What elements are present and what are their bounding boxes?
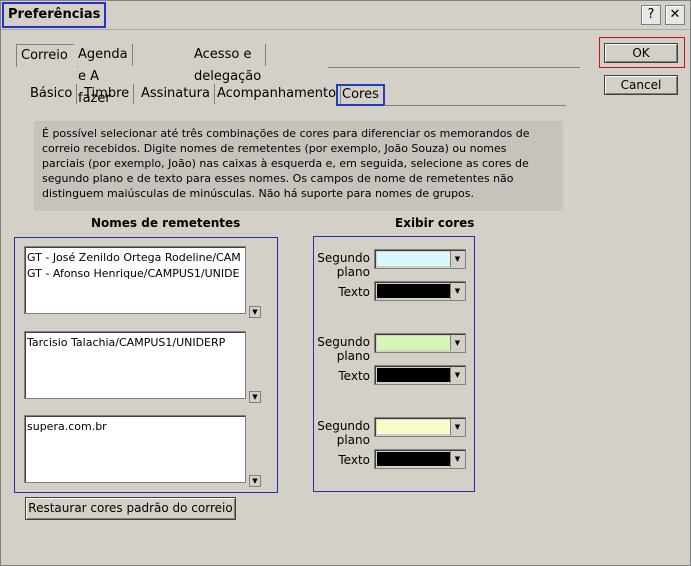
color-swatch (377, 368, 451, 382)
background-label: Segundo plano (316, 251, 370, 279)
subtab-divider (384, 105, 566, 106)
color-swatch (377, 420, 451, 434)
background-label-line1: Segundo (317, 419, 370, 433)
text-label: Texto (338, 453, 370, 467)
sender-list-1[interactable]: GT - José Zenildo Ortega Rodeline/CAM GT… (24, 246, 246, 314)
description-line: segundo plano e de texto para esses nome… (42, 172, 514, 185)
color-swatch (377, 452, 451, 466)
description-line: correio recebidos. Digite nomes de remet… (42, 142, 507, 155)
help-button[interactable]: ? (641, 5, 661, 25)
description-line: parciais (por exemplo, João) nas caixas … (42, 157, 529, 170)
restore-defaults-button[interactable]: Restaurar cores padrão do correio (25, 497, 236, 520)
tab-assinatura[interactable]: Assinatura (137, 84, 215, 104)
colors-header: Exibir cores (395, 216, 475, 230)
sender-entry: supera.com.br (27, 420, 107, 433)
background-label-line1: Segundo (317, 335, 370, 349)
text-color-select[interactable]: ▼ (374, 449, 466, 469)
tab-basico[interactable]: Básico (26, 84, 78, 104)
chevron-down-icon: ▼ (450, 283, 464, 299)
tab-acesso[interactable]: Acesso e delegação (190, 44, 267, 84)
background-color-select[interactable]: ▼ (374, 417, 466, 437)
tab-agenda[interactable]: Agenda e A fazer (74, 44, 133, 106)
background-label-line2: plano (336, 265, 370, 279)
dialog-title: Preferências (2, 2, 107, 28)
chevron-down-icon: ▼ (450, 335, 464, 351)
cancel-button[interactable]: Cancel (604, 75, 678, 95)
text-label: Texto (338, 369, 370, 383)
chevron-down-icon: ▼ (450, 251, 464, 267)
background-label-line2: plano (336, 349, 370, 363)
tab-acompanhamento[interactable]: Acompanhamento (213, 84, 342, 104)
sender-list-2[interactable]: Tarcisio Talachia/CAMPUS1/UNIDERP (24, 331, 246, 399)
sender-entry: Tarcisio Talachia/CAMPUS1/UNIDERP (27, 336, 226, 349)
description-text: É possível selecionar até três combinaçõ… (34, 121, 563, 211)
dropdown-arrow-icon[interactable]: ▼ (249, 391, 261, 403)
background-label: Segundo plano (316, 335, 370, 363)
chevron-down-icon: ▼ (450, 419, 464, 435)
description-line: É possível selecionar até três combinaçõ… (42, 127, 530, 140)
dropdown-arrow-icon[interactable]: ▼ (249, 475, 261, 487)
color-swatch (377, 336, 451, 350)
background-label-line2: plano (336, 433, 370, 447)
description-line: distinguem maiúsculas de minúsculas. Não… (42, 187, 475, 200)
background-color-select[interactable]: ▼ (374, 249, 466, 269)
tab-correio[interactable]: Correio (16, 44, 78, 67)
sender-entry: GT - José Zenildo Ortega Rodeline/CAM (27, 251, 241, 264)
text-label: Texto (338, 285, 370, 299)
background-color-select[interactable]: ▼ (374, 333, 466, 353)
sender-entry: GT - Afonso Henrique/CAMPUS1/UNIDE (27, 267, 240, 280)
dropdown-arrow-icon[interactable]: ▼ (249, 306, 261, 318)
senders-header: Nomes de remetentes (91, 216, 241, 230)
tab-timbre[interactable]: Timbre (80, 84, 135, 104)
chevron-down-icon: ▼ (450, 367, 464, 383)
tab-cores[interactable]: Cores (336, 84, 385, 106)
background-label-line1: Segundo (317, 251, 370, 265)
text-color-select[interactable]: ▼ (374, 281, 466, 301)
close-button[interactable]: ✕ (665, 5, 685, 25)
color-swatch (377, 252, 451, 266)
sender-list-3[interactable]: supera.com.br (24, 415, 246, 483)
text-color-select[interactable]: ▼ (374, 365, 466, 385)
chevron-down-icon: ▼ (450, 451, 464, 467)
background-label: Segundo plano (316, 419, 370, 447)
color-swatch (377, 284, 451, 298)
ok-button[interactable]: OK (604, 43, 678, 63)
tab-divider (328, 67, 580, 68)
